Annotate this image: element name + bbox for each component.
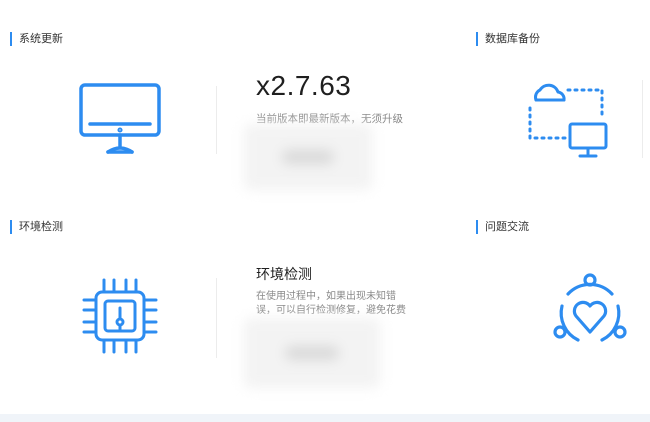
settings-page: 系统更新 数据库备份 环境检测 问题交流 x2.7.63 当前版本即最新版本，无… (0, 0, 650, 422)
section-title-db-backup: 数据库备份 (476, 32, 540, 46)
env-desc-line: 在使用过程中，如果出现未知错 (256, 291, 396, 302)
env-desc-line: 误，可以自行检测修复，避免花费 (256, 305, 406, 316)
section-title-env-check: 环境检测 (10, 220, 63, 234)
divider (216, 86, 217, 154)
divider (642, 80, 643, 158)
monitor-icon (78, 82, 162, 156)
env-check-description: 在使用过程中，如果出现未知错 误，可以自行检测修复，避免花费 (256, 290, 428, 318)
bottom-bar (0, 414, 650, 422)
section-title-system-update: 系统更新 (10, 32, 63, 46)
divider (216, 278, 217, 358)
section-title-qa: 问题交流 (476, 220, 529, 234)
env-check-heading: 环境检测 (256, 267, 312, 283)
update-action-button[interactable] (244, 124, 372, 190)
env-check-action-button[interactable] (244, 318, 380, 388)
cloud-sync-icon[interactable] (526, 80, 612, 162)
chip-icon (80, 276, 160, 356)
version-number: x2.7.63 (256, 70, 352, 101)
heart-share-icon[interactable] (548, 270, 632, 354)
